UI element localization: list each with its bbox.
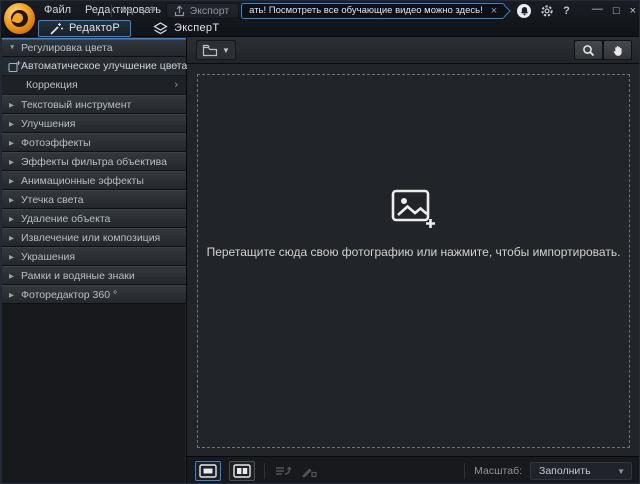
triangle-right-icon: ▶ — [9, 101, 21, 109]
triangle-right-icon: ▶ — [9, 272, 21, 280]
redo-icon[interactable] — [140, 3, 159, 18]
sidebar-item-label: Коррекция — [26, 79, 78, 91]
photodirector-window: ФайлРедактироватьФотоВидСправка Экспорт … — [0, 0, 640, 484]
statusbar: Масштаб: Заполнить ▼ — [187, 456, 640, 484]
divider — [111, 5, 112, 17]
sidebar-section[interactable]: ▼Регулировка цвета — [2, 38, 186, 57]
triangle-right-icon: ▶ — [9, 291, 21, 299]
dropzone-content: Перетащите сюда свою фотографию или нажм… — [207, 188, 621, 259]
add-image-icon — [390, 188, 437, 231]
compare-view-button[interactable] — [229, 461, 255, 481]
triangle-right-icon: ▶ — [9, 215, 21, 223]
import-folder-button[interactable]: ▼ — [196, 40, 236, 60]
export-button[interactable]: Экспорт — [166, 3, 239, 19]
tooltip-text: ать! Посмотреть все обучающие видео можн… — [249, 5, 483, 16]
titlebar-right: Экспорт ать! Посмотреть все обучающие ви… — [109, 2, 636, 19]
chevron-down-icon: ▼ — [222, 46, 230, 55]
triangle-right-icon: ▶ — [9, 158, 21, 166]
sidebar-section[interactable]: ▶Фоторедактор 360 ° — [2, 285, 186, 304]
sidebar-item-label: Утечка света — [21, 194, 84, 206]
sidebar-subitem[interactable]: Автоматическое улучшение цвета› — [2, 57, 186, 76]
triangle-right-icon: ▶ — [9, 120, 21, 128]
sidebar-item-label: Текстовый инструмент — [21, 99, 131, 111]
undo-icon[interactable] — [118, 3, 137, 18]
dropzone-hint-text: Перетащите сюда свою фотографию или нажм… — [207, 245, 621, 259]
sidebar-section[interactable]: ▶Улучшения — [2, 114, 186, 133]
edit-pen-icon — [301, 464, 317, 478]
minimize-button[interactable]: — — [592, 1, 603, 17]
sidebar-list: ▼Регулировка цветаАвтоматическое улучшен… — [2, 38, 186, 304]
sidebar-item-label: Регулировка цвета — [21, 42, 113, 54]
zoom-controls: Масштаб: Заполнить ▼ — [455, 462, 640, 480]
triangle-right-icon: ▶ — [9, 253, 21, 261]
sidebar-section[interactable]: ▶Украшения — [2, 247, 186, 266]
magic-wand-icon — [49, 22, 63, 35]
tooltip-close-icon[interactable]: × — [491, 4, 497, 18]
export-upload-icon — [174, 5, 185, 17]
main-area: ▼ Перетащите сюда свою фотографию или на… — [187, 37, 640, 484]
apply-adjustments-icon — [274, 464, 291, 478]
chevron-right-icon: › — [174, 57, 178, 76]
divider — [264, 463, 265, 479]
auto-enhance-icon — [8, 60, 21, 73]
help-icon[interactable]: ? — [563, 5, 570, 17]
tools-sidebar: ▼Регулировка цветаАвтоматическое улучшен… — [1, 37, 187, 484]
sidebar-item-label: Извлечение или композиция — [21, 232, 160, 244]
tutorial-tooltip: ать! Посмотреть все обучающие видео можн… — [241, 3, 505, 19]
sidebar-section[interactable]: ▶Фотоэффекты — [2, 133, 186, 152]
sidebar-item-label: Рамки и водяные знаки — [21, 270, 135, 282]
sidebar-section[interactable]: ▶Эффекты фильтра объектива — [2, 152, 186, 171]
triangle-right-icon: ▶ — [9, 196, 21, 204]
close-button[interactable]: × — [630, 3, 636, 19]
sidebar-item-label: Фоторедактор 360 ° — [21, 289, 117, 301]
app-logo — [4, 3, 35, 34]
import-dropzone[interactable]: Перетащите сюда свою фотографию или нажм… — [197, 74, 630, 448]
tab-expert[interactable]: ЭксперТ — [143, 20, 229, 37]
zoom-select[interactable]: Заполнить ▼ — [530, 462, 632, 480]
notifications-icon[interactable] — [517, 4, 531, 18]
zoom-select-value: Заполнить — [539, 465, 591, 477]
pan-hand-tool-button[interactable] — [604, 41, 631, 59]
canvas-toolbar: ▼ — [187, 37, 640, 64]
view-tools — [574, 40, 632, 60]
triangle-down-icon: ▼ — [9, 44, 21, 51]
sidebar-section[interactable]: ▶Удаление объекта — [2, 209, 186, 228]
sidebar-subitem[interactable]: Коррекция › — [2, 76, 186, 95]
titlebar: ФайлРедактироватьФотоВидСправка Экспорт … — [1, 1, 640, 37]
sidebar-item-label: Автоматическое улучшение цвета — [21, 60, 187, 72]
triangle-right-icon: ▶ — [9, 177, 21, 185]
triangle-right-icon: ▶ — [9, 234, 21, 242]
layers-icon — [153, 22, 168, 35]
photo-canvas: Перетащите сюда свою фотографию или нажм… — [187, 64, 640, 456]
mode-tabs: РедактоР ЭксперТ — [38, 19, 241, 37]
sidebar-item-label: Улучшения — [21, 118, 75, 130]
settings-gear-icon[interactable] — [540, 4, 554, 18]
sidebar-item-label: Украшения — [21, 251, 75, 263]
export-label: Экспорт — [190, 5, 229, 17]
sidebar-section[interactable]: ▶Рамки и водяные знаки — [2, 266, 186, 285]
sidebar-section[interactable]: ▶Утечка света — [2, 190, 186, 209]
sidebar-item-label: Удаление объекта — [21, 213, 110, 225]
sidebar-item-label: Анимационные эффекты — [21, 175, 144, 187]
menu-item[interactable]: Файл — [37, 2, 78, 19]
tab-expert-label: ЭксперТ — [174, 22, 219, 34]
sidebar-section[interactable]: ▶Анимационные эффекты — [2, 171, 186, 190]
sidebar-item-label: Фотоэффекты — [21, 137, 91, 149]
chevron-right-icon: › — [174, 76, 178, 95]
tab-editor-label: РедактоР — [69, 22, 120, 34]
folder-icon — [202, 44, 218, 57]
sidebar-section[interactable]: ▶Текстовый инструмент — [2, 95, 186, 114]
tab-editor[interactable]: РедактоР — [38, 20, 131, 37]
zoom-tool-button[interactable] — [575, 41, 602, 59]
zoom-label: Масштаб: — [474, 465, 522, 477]
chevron-down-icon: ▼ — [617, 467, 625, 476]
maximize-button[interactable]: □ — [613, 3, 620, 19]
divider — [464, 463, 465, 479]
triangle-right-icon: ▶ — [9, 139, 21, 147]
sidebar-item-label: Эффекты фильтра объектива — [21, 156, 167, 168]
sidebar-section[interactable]: ▶Извлечение или композиция — [2, 228, 186, 247]
single-view-button[interactable] — [195, 461, 221, 481]
